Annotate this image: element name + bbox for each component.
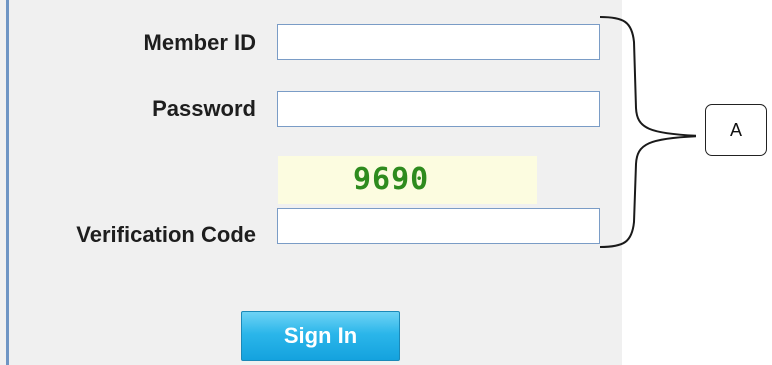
captcha-code-text: 9690 xyxy=(353,162,430,197)
password-input[interactable] xyxy=(277,91,600,127)
login-panel: Member ID Password 9690 Verification Cod… xyxy=(0,0,622,365)
verification-code-label: Verification Code xyxy=(76,222,256,247)
callout-label: A xyxy=(730,120,743,140)
sign-in-button[interactable]: Sign In xyxy=(241,311,400,361)
curly-brace-annotation xyxy=(599,16,696,248)
verification-code-input[interactable] xyxy=(277,208,600,244)
panel-left-border xyxy=(6,0,9,365)
screenshot-stage: Member ID Password 9690 Verification Cod… xyxy=(0,0,772,365)
member-id-label: Member ID xyxy=(143,30,256,55)
captcha-image: 9690 xyxy=(278,156,537,204)
member-id-input[interactable] xyxy=(277,24,600,60)
callout-box: A xyxy=(705,104,767,156)
password-label: Password xyxy=(152,96,256,121)
